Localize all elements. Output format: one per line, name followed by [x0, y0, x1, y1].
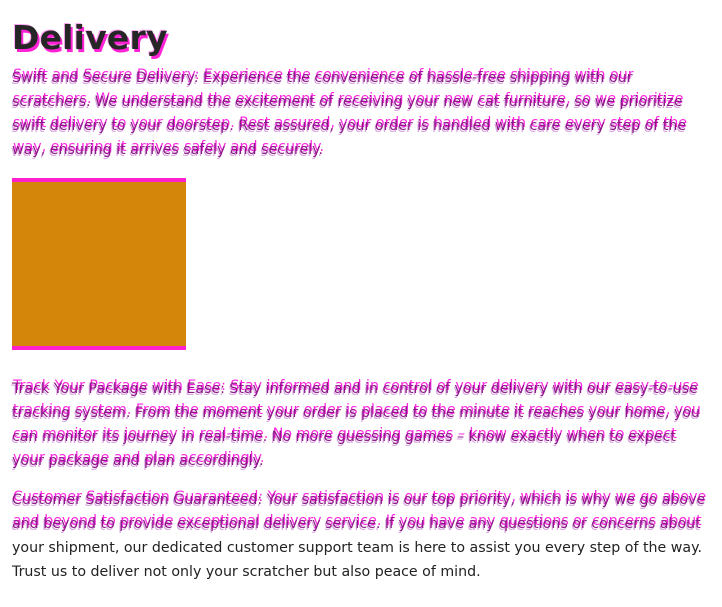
page-title: Delivery [12, 18, 168, 57]
satisfaction-text-part2: your shipment, our dedicated customer su… [12, 540, 702, 580]
intro-paragraph: Swift and Secure Delivery: Experience th… [12, 70, 687, 158]
delivery-image [12, 178, 186, 350]
delivery-section: Delivery Swift and Secure Delivery: Expe… [12, 18, 710, 584]
tracking-paragraph: Track Your Package with Ease: Stay infor… [12, 381, 700, 469]
satisfaction-paragraph: Customer Satisfaction Guaranteed: Your s… [12, 488, 710, 584]
satisfaction-text-part1: Customer Satisfaction Guaranteed: Your s… [12, 492, 706, 532]
